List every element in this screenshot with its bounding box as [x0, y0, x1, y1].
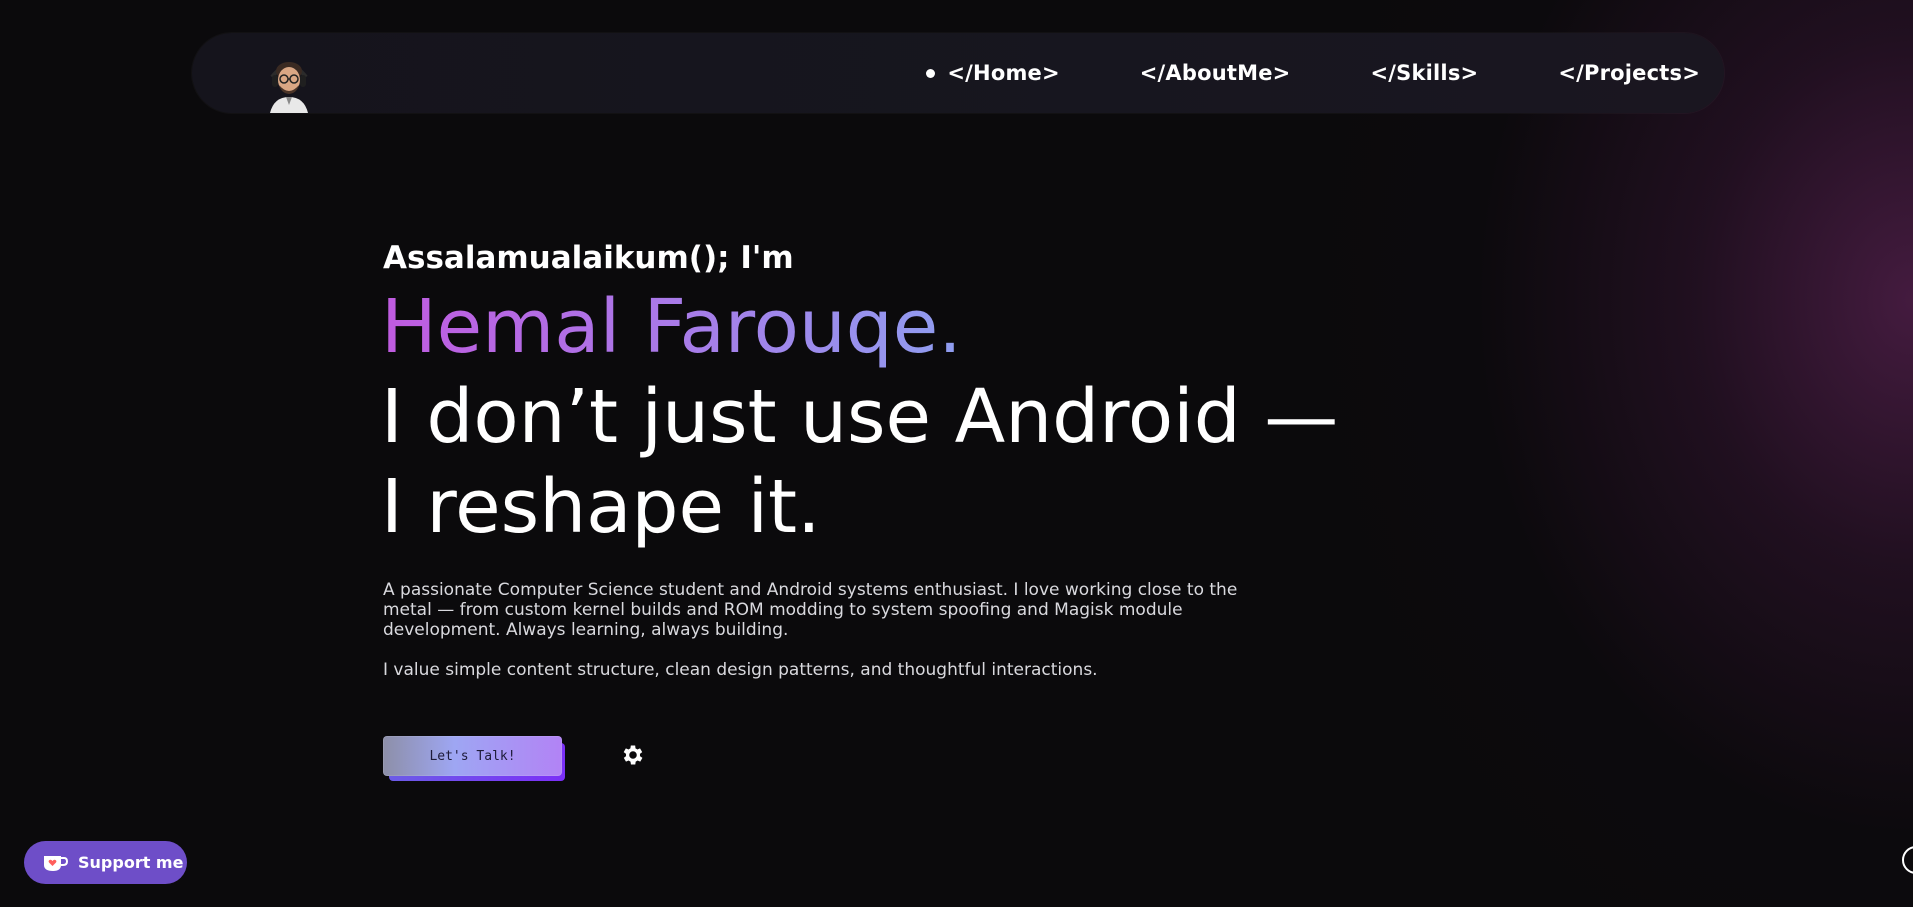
- nav-item-label: </Skills>: [1370, 61, 1479, 85]
- nav-links: </Home> </AboutMe> </Skills> </Projects>: [926, 33, 1700, 113]
- hero-name: Hemal Farouqe.: [381, 284, 962, 370]
- active-indicator-dot: [926, 68, 936, 78]
- floating-circle-button[interactable]: [1902, 846, 1913, 874]
- cta-group: Let's Talk!: [383, 736, 569, 784]
- coffee-cup-icon: [44, 855, 68, 871]
- hero-description: A passionate Computer Science student an…: [383, 580, 1238, 640]
- support-me-label: Support me: [78, 853, 184, 872]
- avatar[interactable]: [264, 53, 314, 113]
- settings-button[interactable]: [620, 742, 646, 768]
- support-me-button[interactable]: Support me: [24, 841, 187, 884]
- top-navbar: </Home> </AboutMe> </Skills> </Projects>: [192, 33, 1724, 113]
- nav-item-aboutme[interactable]: </AboutMe>: [1140, 61, 1291, 85]
- nav-item-label: </Projects>: [1558, 61, 1700, 85]
- hero-description-secondary: I value simple content structure, clean …: [383, 660, 1098, 680]
- nav-item-home[interactable]: </Home>: [926, 61, 1060, 85]
- nav-item-label: </Home>: [947, 61, 1060, 85]
- lets-talk-button[interactable]: Let's Talk!: [383, 736, 562, 776]
- hero-greeting: Assalamualaikum(); I'm: [383, 240, 794, 276]
- nav-item-label: </AboutMe>: [1139, 61, 1291, 85]
- avatar-icon: [270, 62, 308, 113]
- hero-tagline: I don’t just use Android — I reshape it.: [381, 374, 1339, 550]
- nav-item-skills[interactable]: </Skills>: [1370, 61, 1478, 85]
- nav-item-projects[interactable]: </Projects>: [1558, 61, 1700, 85]
- gear-icon: [623, 745, 643, 765]
